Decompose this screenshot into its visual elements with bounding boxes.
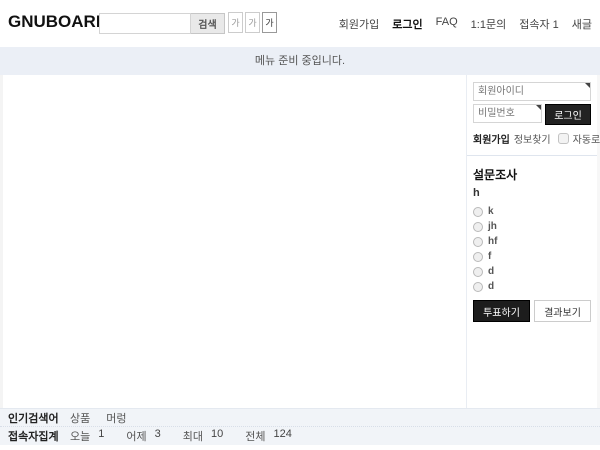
search-button[interactable]: 검색 [191, 13, 225, 34]
search-form: 검색 [99, 13, 225, 34]
nav-one-to-one[interactable]: 1:1문의 [471, 16, 507, 32]
poll-option-label: k [488, 206, 494, 217]
menu-bar: 메뉴 준비 중입니다. [0, 47, 600, 75]
popular-keywords: 상품 머렁 [70, 410, 127, 426]
password-wrap [473, 104, 542, 125]
password-input[interactable] [473, 104, 542, 123]
login-button[interactable]: 로그인 [545, 104, 591, 125]
poll-option-label: d [488, 281, 494, 292]
font-size-small-button[interactable]: 가 [228, 12, 243, 33]
stat-max: 최대 10 [183, 428, 224, 444]
stat-label: 최대 [183, 428, 203, 444]
top-nav: 회원가입 로그인 FAQ 1:1문의 접속자 1 새글 [339, 16, 592, 32]
nav-signup[interactable]: 회원가입 [339, 16, 379, 32]
poll-option-label: jh [488, 221, 497, 232]
font-size-buttons: 가 가 가 [228, 12, 277, 33]
member-id-wrap [473, 82, 591, 101]
header: GNUBOARD5 검색 가 가 가 회원가입 로그인 FAQ 1:1문의 접속… [0, 0, 600, 47]
search-input[interactable] [99, 13, 191, 34]
popular-keyword[interactable]: 상품 [70, 410, 90, 426]
radio-icon[interactable] [473, 222, 483, 232]
stat-label: 어제 [126, 428, 146, 444]
poll-title: 설문조사 [473, 166, 591, 183]
poll-option[interactable]: f [473, 251, 591, 262]
poll-result-button[interactable]: 결과보기 [534, 300, 591, 322]
visitor-stats: 오늘 1 어제 3 최대 10 전체 124 [70, 428, 314, 444]
popular-keyword[interactable]: 머렁 [106, 410, 126, 426]
input-corner-icon [585, 83, 590, 88]
vote-button[interactable]: 투표하기 [473, 300, 530, 322]
auto-login-checkbox[interactable] [558, 133, 569, 144]
input-corner-icon [536, 105, 541, 110]
poll-option[interactable]: k [473, 206, 591, 217]
stat-value: 1 [98, 428, 104, 444]
login-box: 로그인 회원가입 정보찾기 자동로그인 [467, 75, 597, 156]
radio-icon[interactable] [473, 267, 483, 277]
signup-link[interactable]: 회원가입 [473, 131, 510, 146]
find-info-link[interactable]: 정보찾기 [514, 131, 551, 146]
footer: 인기검색어 상품 머렁 접속자집계 오늘 1 어제 3 최대 10 [0, 408, 600, 445]
poll-box: 설문조사 h k jh hf [467, 156, 597, 332]
radio-icon[interactable] [473, 207, 483, 217]
menu-preparing-message: 메뉴 준비 중입니다. [255, 55, 345, 67]
poll-question: h [473, 187, 591, 199]
visitor-stats-title: 접속자집계 [8, 428, 70, 444]
poll-option-label: d [488, 266, 494, 277]
font-size-medium-button[interactable]: 가 [245, 12, 260, 33]
nav-login[interactable]: 로그인 [392, 16, 422, 32]
radio-icon[interactable] [473, 252, 483, 262]
stat-label: 전체 [245, 428, 265, 444]
member-id-input[interactable] [473, 82, 591, 101]
nav-visitors[interactable]: 접속자 1 [519, 16, 559, 32]
login-links: 회원가입 정보찾기 자동로그인 [473, 131, 591, 146]
nav-new-posts[interactable]: 새글 [572, 16, 592, 32]
poll-option-label: f [488, 251, 491, 262]
main-content: 로그인 회원가입 정보찾기 자동로그인 설문조사 h k [0, 75, 600, 408]
stat-yesterday: 어제 3 [126, 428, 160, 444]
popular-search-row: 인기검색어 상품 머렁 [0, 409, 600, 427]
stat-total: 전체 124 [245, 428, 292, 444]
popular-search-title: 인기검색어 [8, 410, 70, 426]
poll-option[interactable]: d [473, 281, 591, 292]
radio-icon[interactable] [473, 237, 483, 247]
stat-value: 3 [155, 428, 161, 444]
password-row: 로그인 [473, 104, 591, 125]
poll-option[interactable]: d [473, 266, 591, 277]
radio-icon[interactable] [473, 282, 483, 292]
sidebar: 로그인 회원가입 정보찾기 자동로그인 설문조사 h k [466, 75, 597, 408]
poll-option[interactable]: hf [473, 236, 591, 247]
auto-login-label: 자동로그인 [573, 131, 600, 146]
page: GNUBOARD5 검색 가 가 가 회원가입 로그인 FAQ 1:1문의 접속… [0, 0, 600, 450]
poll-option-label: hf [488, 236, 497, 247]
stat-today: 오늘 1 [70, 428, 104, 444]
font-size-large-button[interactable]: 가 [262, 12, 277, 33]
stat-value: 10 [211, 428, 223, 444]
poll-buttons: 투표하기 결과보기 [473, 300, 591, 322]
poll-options: k jh hf f d [473, 206, 591, 292]
poll-option[interactable]: jh [473, 221, 591, 232]
stat-label: 오늘 [70, 428, 90, 444]
stat-value: 124 [274, 428, 292, 444]
visitor-stats-row: 접속자집계 오늘 1 어제 3 최대 10 전체 124 [0, 427, 600, 445]
nav-faq[interactable]: FAQ [436, 16, 458, 32]
